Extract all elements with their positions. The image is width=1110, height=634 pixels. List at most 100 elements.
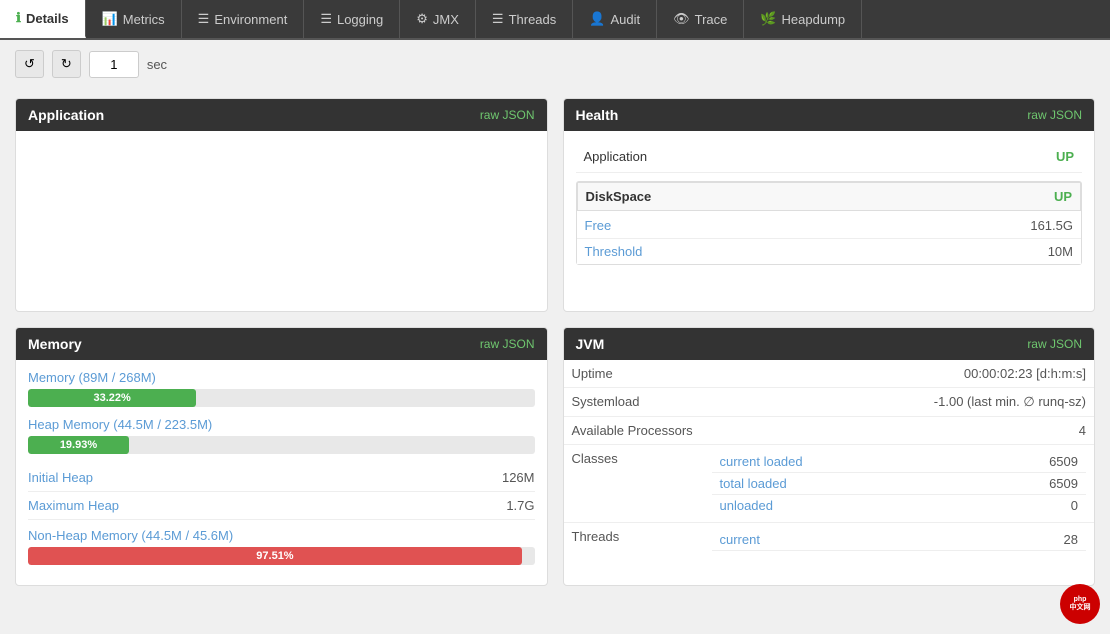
- jvm-card-body: Uptime 00:00:02:23 [d:h:m:s] Systemload …: [564, 360, 1095, 557]
- application-card-body: [16, 131, 547, 311]
- tab-jmx-label: JMX: [433, 12, 459, 27]
- jvm-processors-value: 4: [712, 423, 1087, 438]
- memory-pct-label: 33.22%: [93, 392, 130, 404]
- nonheap-progress-fill: 97.51%: [28, 547, 522, 565]
- nonheap-pct-label: 97.51%: [256, 550, 293, 562]
- refresh-button[interactable]: ↺: [15, 50, 44, 78]
- application-card-title: Application: [28, 107, 104, 123]
- info-icon: ℹ: [16, 10, 21, 26]
- unloaded-row: unloaded 0: [712, 495, 1087, 516]
- max-heap-row: Maximum Heap 1.7G: [28, 492, 535, 520]
- trace-icon: 👁: [673, 11, 690, 27]
- tab-audit-label: Audit: [610, 12, 640, 27]
- memory-card-title: Memory: [28, 336, 82, 352]
- diskspace-section: DiskSpace UP Free 161.5G Threshold 10M: [576, 181, 1083, 265]
- health-raw-json[interactable]: raw JSON: [1027, 108, 1082, 122]
- free-value: 161.5G: [1030, 218, 1073, 233]
- threshold-label: Threshold: [585, 244, 643, 259]
- jvm-card-title: JVM: [576, 336, 605, 352]
- max-heap-label: Maximum Heap: [28, 498, 119, 513]
- heap-label: Heap Memory (44.5M / 223.5M): [28, 417, 535, 432]
- environment-icon: ☰: [198, 11, 210, 27]
- threads-icon: ☰: [492, 11, 504, 27]
- jvm-threads-label: Threads: [572, 529, 712, 544]
- jvm-classes-section: Classes current loaded 6509 total loaded…: [564, 445, 1095, 523]
- health-card-title: Health: [576, 107, 619, 123]
- jvm-uptime-value: 00:00:02:23 [d:h:m:s]: [712, 366, 1087, 381]
- memory-raw-json[interactable]: raw JSON: [480, 337, 535, 351]
- diskspace-status: UP: [1054, 189, 1072, 204]
- classes-details: current loaded 6509 total loaded 6509 un…: [712, 451, 1087, 516]
- jvm-uptime-row: Uptime 00:00:02:23 [d:h:m:s]: [564, 360, 1095, 388]
- total-loaded-value: 6509: [1018, 476, 1078, 491]
- current-loaded-row: current loaded 6509: [712, 451, 1087, 473]
- health-card-body: Application UP DiskSpace UP Free 161.5G …: [564, 131, 1095, 275]
- toolbar: ↺ ↻ sec: [0, 40, 1110, 88]
- total-loaded-label: total loaded: [720, 476, 1019, 491]
- jvm-systemload-label: Systemload: [572, 394, 712, 409]
- free-row: Free 161.5G: [577, 213, 1082, 239]
- threads-current-row: current 28: [712, 529, 1087, 551]
- current-loaded-value: 6509: [1018, 454, 1078, 469]
- tab-logging[interactable]: ☰ Logging: [304, 0, 400, 38]
- application-raw-json[interactable]: raw JSON: [480, 108, 535, 122]
- initial-heap-row: Initial Heap 126M: [28, 464, 535, 492]
- heapdump-icon: 🌿: [760, 11, 776, 27]
- memory-label: Memory (89M / 268M): [28, 370, 535, 385]
- logging-icon: ☰: [320, 11, 332, 27]
- tab-trace[interactable]: 👁 Trace: [657, 0, 744, 38]
- heap-pct-label: 19.93%: [60, 439, 97, 451]
- threshold-row: Threshold 10M: [577, 239, 1082, 264]
- tab-jmx[interactable]: ⚙ JMX: [400, 0, 476, 38]
- tab-threads[interactable]: ☰ Threads: [476, 0, 573, 38]
- jvm-card: JVM raw JSON Uptime 00:00:02:23 [d:h:m:s…: [563, 327, 1096, 586]
- auto-refresh-button[interactable]: ↻: [52, 50, 81, 78]
- health-app-row: Application UP: [576, 141, 1083, 173]
- current-loaded-label: current loaded: [720, 454, 1019, 469]
- threads-current-label: current: [720, 532, 1019, 547]
- tab-environment[interactable]: ☰ Environment: [182, 0, 305, 38]
- jvm-systemload-row: Systemload -1.00 (last min. ∅ runq-sz): [564, 388, 1095, 417]
- initial-heap-value: 126M: [502, 470, 535, 485]
- max-heap-value: 1.7G: [506, 498, 534, 513]
- tab-metrics-label: Metrics: [123, 12, 165, 27]
- tab-details-label: Details: [26, 11, 69, 26]
- health-app-status: UP: [1056, 149, 1074, 164]
- jvm-uptime-label: Uptime: [572, 366, 712, 381]
- diskspace-header: DiskSpace UP: [577, 182, 1082, 211]
- jvm-systemload-value: -1.00 (last min. ∅ runq-sz): [712, 394, 1087, 410]
- main-content: Application raw JSON Health raw JSON App…: [0, 88, 1110, 596]
- tab-environment-label: Environment: [214, 12, 287, 27]
- tab-details[interactable]: ℹ Details: [0, 0, 86, 38]
- jvm-classes-label: Classes: [572, 451, 712, 466]
- initial-heap-label: Initial Heap: [28, 470, 93, 485]
- tab-audit[interactable]: 👤 Audit: [573, 0, 657, 38]
- tab-threads-label: Threads: [509, 12, 557, 27]
- heap-progress-fill: 19.93%: [28, 436, 129, 454]
- jvm-raw-json[interactable]: raw JSON: [1027, 337, 1082, 351]
- interval-unit-label: sec: [147, 57, 167, 72]
- memory-progress-fill: 33.22%: [28, 389, 196, 407]
- interval-input[interactable]: [89, 51, 139, 78]
- php-badge: php中文网: [1060, 584, 1100, 624]
- nonheap-label: Non-Heap Memory (44.5M / 45.6M): [28, 528, 535, 543]
- jvm-processors-label: Available Processors: [572, 423, 712, 438]
- tab-heapdump[interactable]: 🌿 Heapdump: [744, 0, 862, 38]
- nonheap-progress-bg: 97.51%: [28, 547, 535, 565]
- jmx-icon: ⚙: [416, 11, 428, 27]
- threads-current-value: 28: [1018, 532, 1078, 547]
- unloaded-value: 0: [1018, 498, 1078, 513]
- jvm-card-header: JVM raw JSON: [564, 328, 1095, 360]
- threads-details: current 28: [712, 529, 1087, 551]
- heap-memory-item: Heap Memory (44.5M / 223.5M) 19.93%: [28, 417, 535, 454]
- application-card: Application raw JSON: [15, 98, 548, 312]
- metrics-icon: 📊: [102, 11, 118, 27]
- tab-metrics[interactable]: 📊 Metrics: [86, 0, 182, 38]
- memory-card-header: Memory raw JSON: [16, 328, 547, 360]
- health-card: Health raw JSON Application UP DiskSpace…: [563, 98, 1096, 312]
- tab-heapdump-label: Heapdump: [782, 12, 846, 27]
- health-card-header: Health raw JSON: [564, 99, 1095, 131]
- diskspace-label: DiskSpace: [586, 189, 652, 204]
- jvm-threads-row: Threads current 28: [564, 523, 1095, 557]
- tab-logging-label: Logging: [337, 12, 383, 27]
